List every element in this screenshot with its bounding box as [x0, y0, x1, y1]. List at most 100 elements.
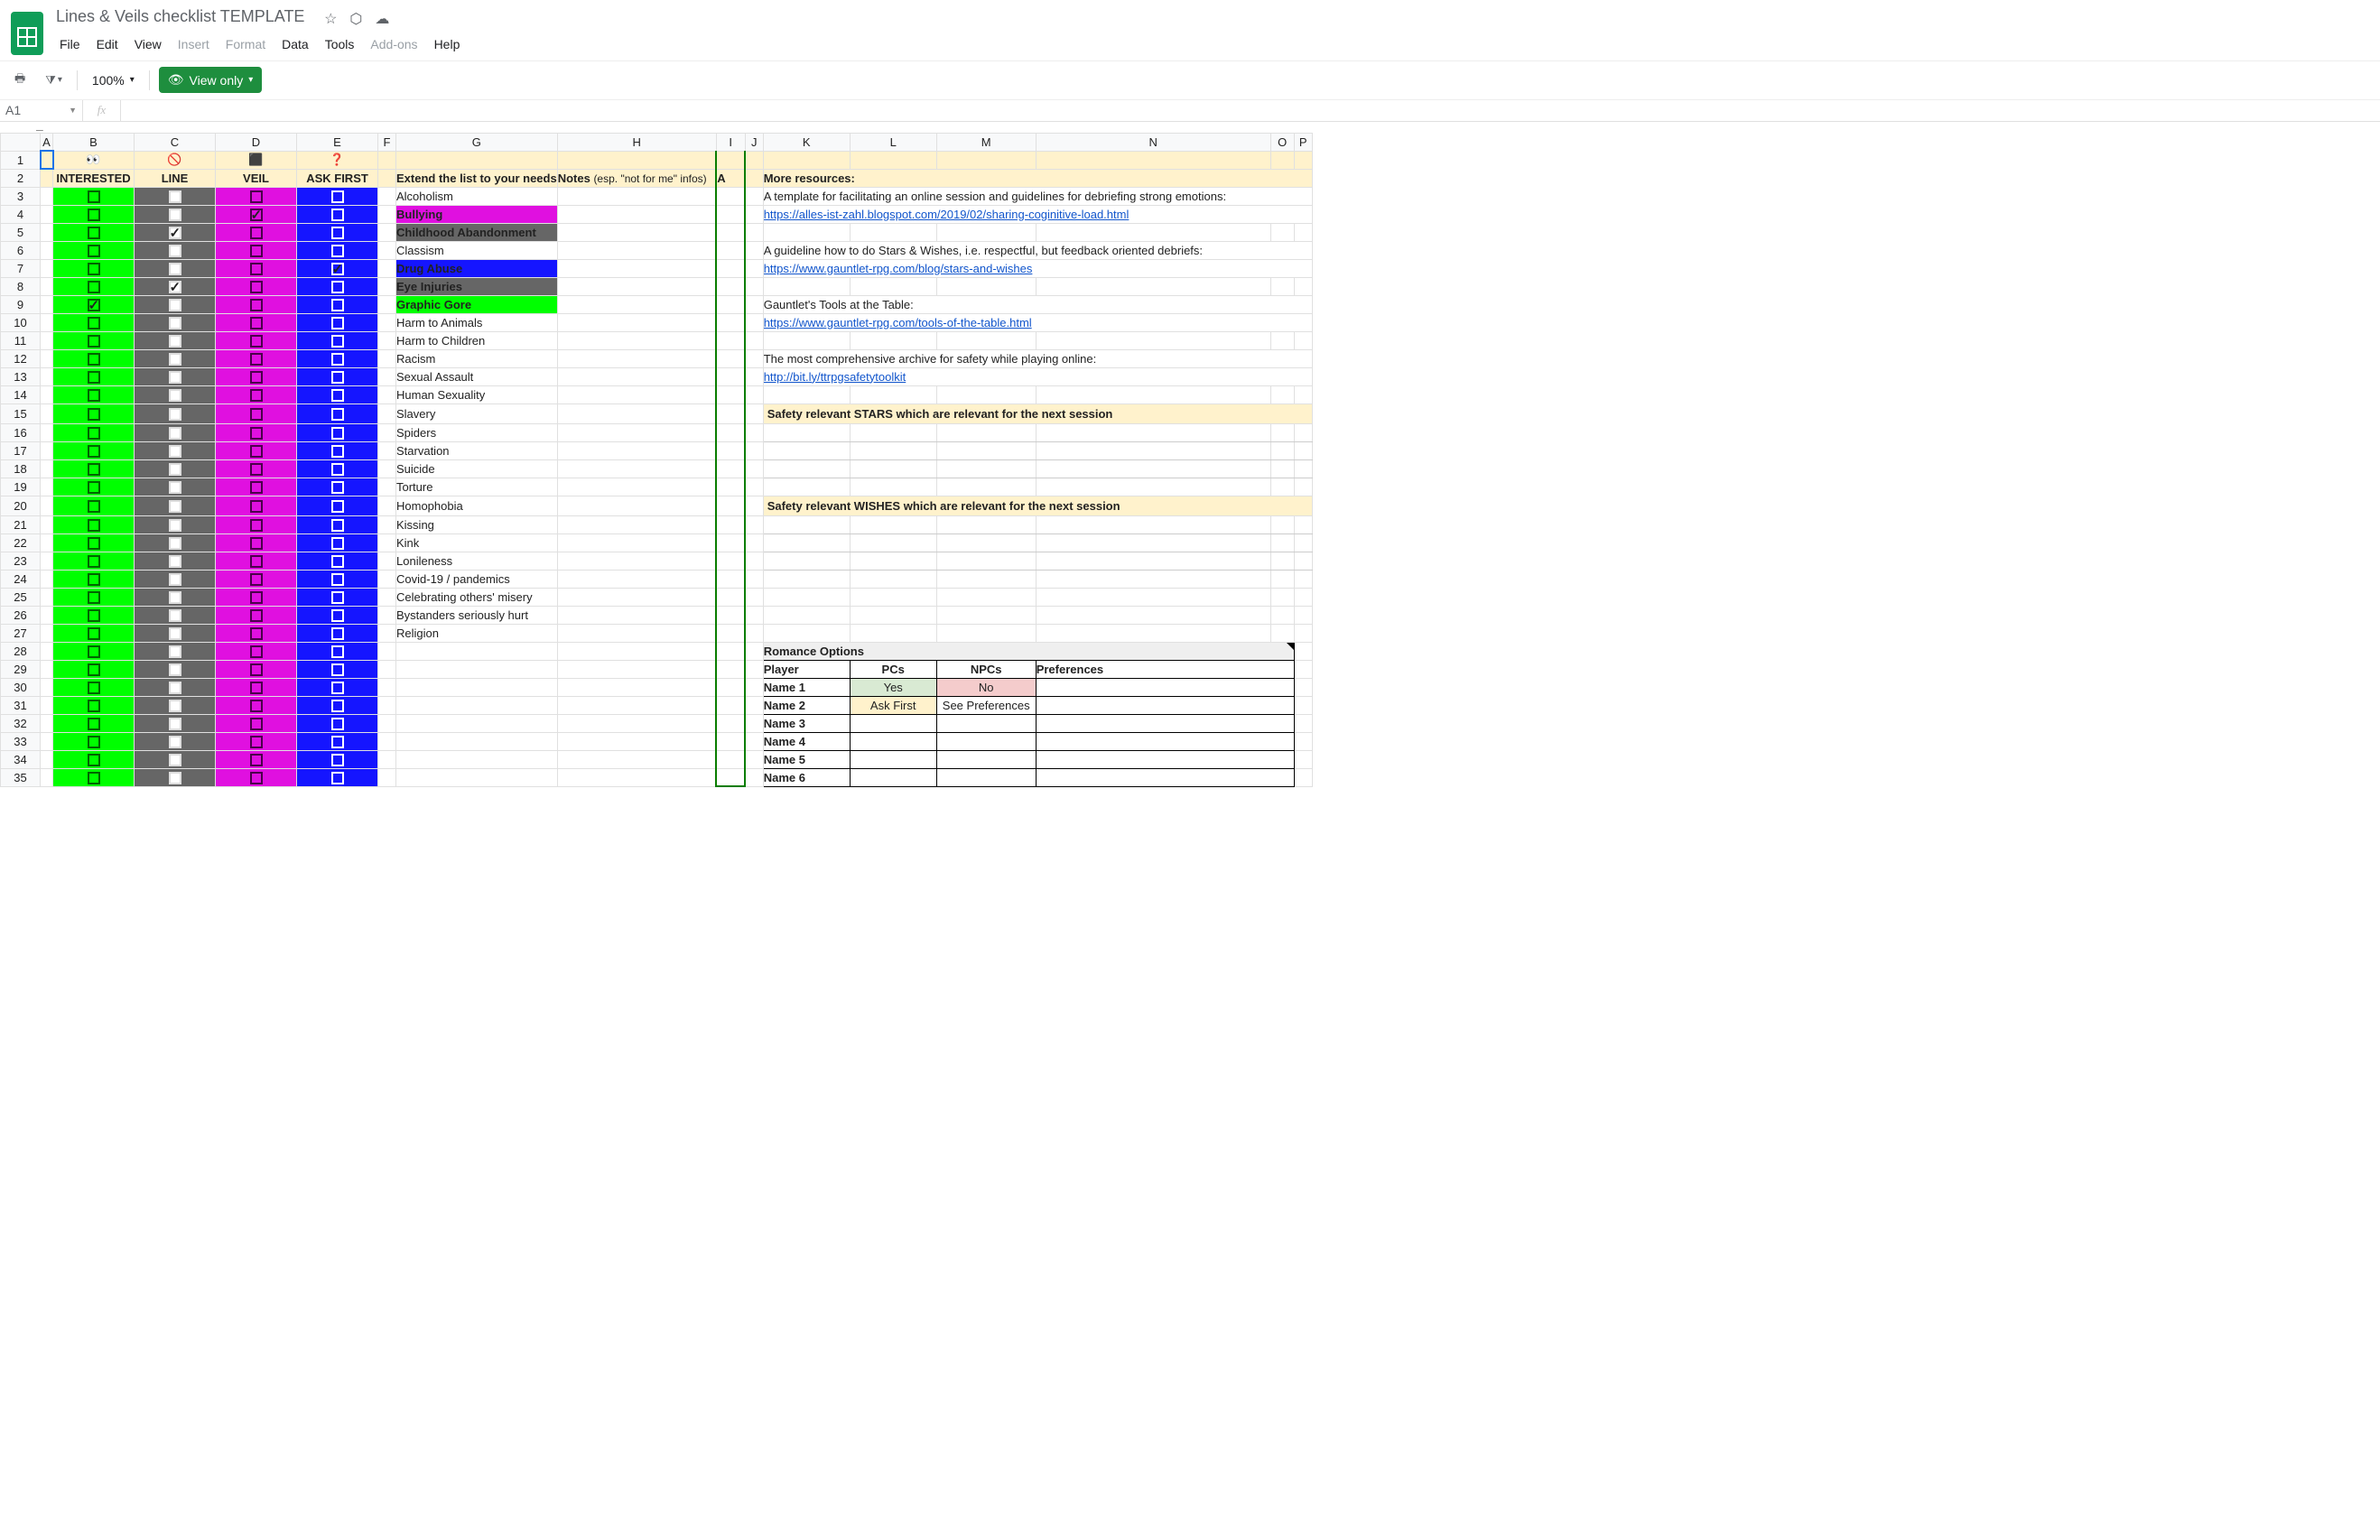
interested-checkbox-cell[interactable] [53, 750, 135, 768]
interested-checkbox-cell[interactable] [53, 478, 135, 496]
veil-checkbox-cell[interactable] [216, 223, 297, 241]
ask-checkbox-cell[interactable] [297, 552, 378, 570]
checkbox[interactable] [169, 371, 181, 384]
romance-player-name[interactable]: Name 4 [763, 732, 850, 750]
col-header[interactable]: P [1294, 133, 1312, 151]
checkbox[interactable] [250, 645, 263, 658]
veil-checkbox-cell[interactable] [216, 187, 297, 205]
checkbox[interactable] [250, 718, 263, 730]
interested-checkbox-cell[interactable] [53, 385, 135, 404]
cloud-icon[interactable]: ☁ [375, 10, 389, 28]
romance-player-name[interactable]: Name 3 [763, 714, 850, 732]
ask-checkbox-cell[interactable] [297, 696, 378, 714]
row-header[interactable]: 35 [1, 768, 41, 786]
checkbox[interactable] [250, 190, 263, 203]
checkbox[interactable] [169, 227, 181, 239]
veil-checkbox-cell[interactable] [216, 441, 297, 459]
col-header[interactable]: N [1036, 133, 1270, 151]
row-header[interactable]: 6 [1, 241, 41, 259]
checkbox[interactable] [331, 317, 344, 329]
menu-help[interactable]: Help [427, 33, 468, 55]
interested-checkbox-cell[interactable] [53, 441, 135, 459]
line-checkbox-cell[interactable] [135, 313, 216, 331]
ask-checkbox-cell[interactable] [297, 259, 378, 277]
ask-checkbox-cell[interactable] [297, 241, 378, 259]
menu-insert[interactable]: Insert [171, 33, 217, 55]
checkbox[interactable] [250, 227, 263, 239]
checkbox[interactable] [88, 281, 100, 293]
veil-checkbox-cell[interactable] [216, 404, 297, 423]
a-cell[interactable] [716, 441, 745, 459]
a-cell[interactable] [716, 624, 745, 642]
interested-checkbox-cell[interactable] [53, 570, 135, 588]
line-checkbox-cell[interactable] [135, 478, 216, 496]
row-header[interactable]: 32 [1, 714, 41, 732]
checkbox[interactable] [250, 663, 263, 676]
col-header[interactable]: C [135, 133, 216, 151]
row-header[interactable]: 23 [1, 552, 41, 570]
ask-checkbox-cell[interactable] [297, 404, 378, 423]
row-header[interactable]: 10 [1, 313, 41, 331]
col-header[interactable]: D [216, 133, 297, 151]
veil-checkbox-cell[interactable] [216, 205, 297, 223]
line-checkbox-cell[interactable] [135, 187, 216, 205]
checkbox[interactable] [88, 537, 100, 550]
line-checkbox-cell[interactable] [135, 570, 216, 588]
topic-cell[interactable]: Suicide [396, 459, 558, 478]
ask-checkbox-cell[interactable] [297, 606, 378, 624]
interested-checkbox-cell[interactable] [53, 642, 135, 660]
topic-cell[interactable]: Harm to Children [396, 331, 558, 349]
ask-checkbox-cell[interactable] [297, 277, 378, 295]
romance-npcs-cell[interactable] [936, 750, 1036, 768]
veil-checkbox-cell[interactable] [216, 331, 297, 349]
romance-player-name[interactable]: Name 5 [763, 750, 850, 768]
line-checkbox-cell[interactable] [135, 496, 216, 515]
col-header[interactable]: O [1270, 133, 1294, 151]
checkbox[interactable] [169, 353, 181, 366]
interested-checkbox-cell[interactable] [53, 714, 135, 732]
checkbox[interactable] [250, 209, 263, 221]
checkbox[interactable] [250, 481, 263, 494]
checkbox[interactable] [88, 245, 100, 257]
topic-cell[interactable] [396, 678, 558, 696]
topic-cell[interactable] [396, 660, 558, 678]
checkbox[interactable] [169, 555, 181, 568]
resource-link[interactable]: https://alles-ist-zahl.blogspot.com/2019… [764, 208, 1130, 221]
checkbox[interactable] [88, 317, 100, 329]
notes-cell[interactable] [557, 385, 716, 404]
filter-icon[interactable]: ⧩ ▾ [40, 70, 68, 91]
checkbox[interactable] [331, 408, 344, 421]
veil-checkbox-cell[interactable] [216, 515, 297, 533]
interested-checkbox-cell[interactable] [53, 349, 135, 367]
menu-addons[interactable]: Add-ons [363, 33, 424, 55]
line-checkbox-cell[interactable] [135, 423, 216, 441]
checkbox[interactable] [250, 555, 263, 568]
topic-cell[interactable]: Celebrating others' misery [396, 588, 558, 606]
notes-cell[interactable] [557, 295, 716, 313]
topic-cell[interactable]: Kissing [396, 515, 558, 533]
topic-cell[interactable]: Covid-19 / pandemics [396, 570, 558, 588]
checkbox[interactable] [88, 754, 100, 766]
ask-checkbox-cell[interactable] [297, 367, 378, 385]
topic-cell[interactable]: Religion [396, 624, 558, 642]
romance-pcs-cell[interactable] [850, 768, 936, 786]
row-header[interactable]: 26 [1, 606, 41, 624]
interested-checkbox-cell[interactable] [53, 459, 135, 478]
checkbox[interactable] [250, 754, 263, 766]
checkbox[interactable] [169, 718, 181, 730]
menu-file[interactable]: File [52, 33, 88, 55]
notes-cell[interactable] [557, 205, 716, 223]
notes-cell[interactable] [557, 241, 716, 259]
star-icon[interactable]: ☆ [324, 10, 337, 28]
checkbox[interactable] [250, 772, 263, 784]
topic-cell[interactable]: Eye Injuries [396, 277, 558, 295]
print-icon[interactable]: 🖶 [9, 67, 31, 94]
topic-cell[interactable] [396, 732, 558, 750]
checkbox[interactable] [331, 519, 344, 532]
veil-checkbox-cell[interactable] [216, 588, 297, 606]
interested-checkbox-cell[interactable] [53, 295, 135, 313]
a-cell[interactable] [716, 404, 745, 423]
checkbox[interactable] [331, 682, 344, 694]
notes-cell[interactable] [557, 367, 716, 385]
row-header[interactable]: 15 [1, 404, 41, 423]
